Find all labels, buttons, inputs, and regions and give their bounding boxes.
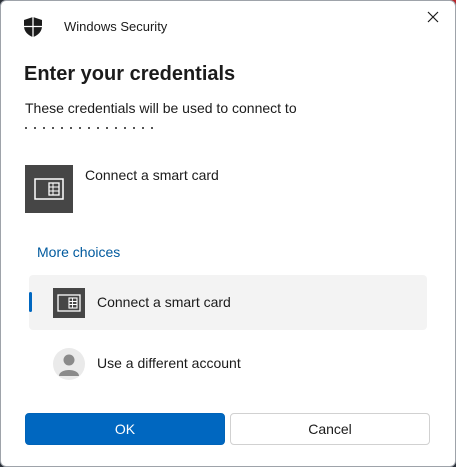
choice-different-account[interactable]: Use a different account xyxy=(29,336,427,391)
title-bar: Windows Security xyxy=(1,1,455,49)
choice-label: Use a different account xyxy=(97,355,241,371)
choice-smart-card[interactable]: Connect a smart card xyxy=(29,275,427,330)
target-name-cropped xyxy=(25,123,160,131)
primary-option-label: Connect a smart card xyxy=(85,167,219,183)
smart-card-icon xyxy=(53,288,85,318)
shield-icon xyxy=(24,17,42,37)
credentials-dialog: Windows Security Enter your credentials … xyxy=(0,0,456,467)
ok-button[interactable]: OK xyxy=(25,413,225,445)
choice-label: Connect a smart card xyxy=(97,294,231,310)
cancel-button[interactable]: Cancel xyxy=(230,413,430,445)
user-avatar-icon xyxy=(53,348,85,380)
more-choices-link[interactable]: More choices xyxy=(37,244,120,260)
close-button[interactable] xyxy=(421,7,445,31)
dialog-description: These credentials will be used to connec… xyxy=(25,100,297,116)
dialog-heading: Enter your credentials xyxy=(24,63,236,85)
window-title: Windows Security xyxy=(64,19,168,34)
close-icon xyxy=(427,10,439,28)
selection-indicator xyxy=(29,292,32,312)
smart-card-icon xyxy=(25,165,73,213)
